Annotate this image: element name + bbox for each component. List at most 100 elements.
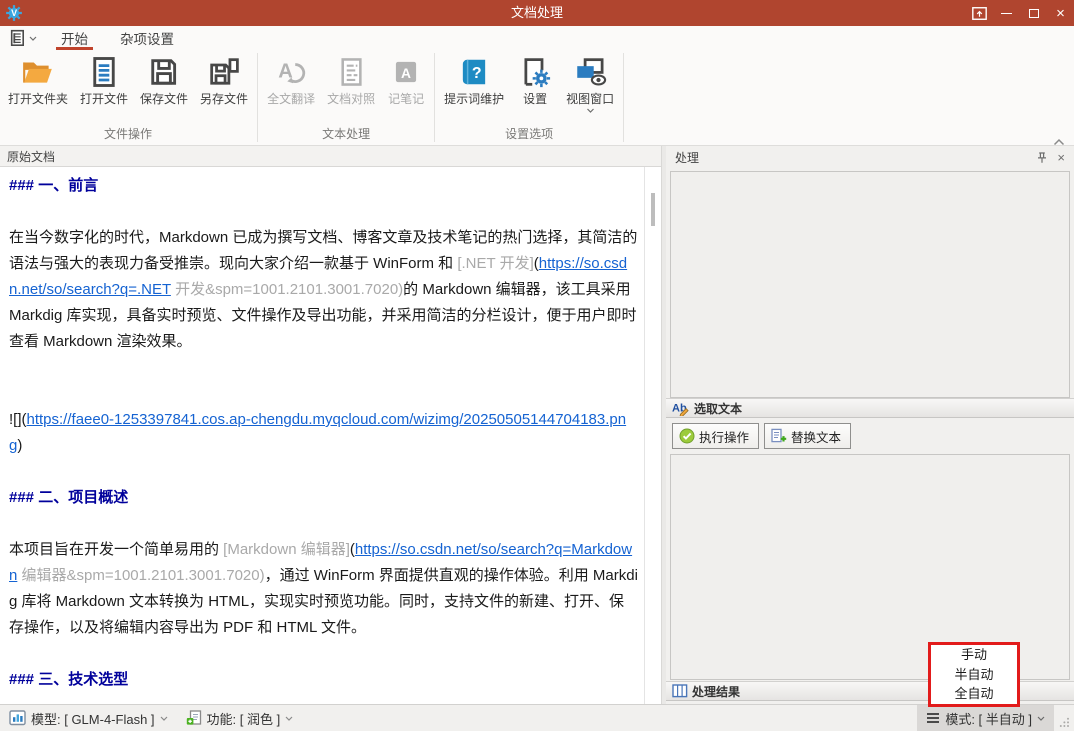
result-label: 处理结果 (692, 684, 741, 699)
selected-text-area[interactable] (670, 171, 1070, 398)
replace-text-button[interactable]: 替换文本 (764, 423, 852, 449)
ribbon-group-text-processing: A 全文翻译 文档对照 A 记笔记 文本处理 (259, 50, 433, 145)
minimize-icon (1001, 12, 1012, 14)
translate-button[interactable]: A 全文翻译 (261, 50, 321, 106)
menu-lines-icon (927, 713, 940, 723)
open-folder-button[interactable]: 打开文件夹 (2, 50, 74, 106)
result-table-icon (672, 684, 688, 698)
chevron-down-icon (1037, 716, 1045, 721)
view-window-button[interactable]: 视图窗口 (560, 50, 620, 113)
model-label: 模型: [ GLM-4-Flash ] (31, 711, 155, 727)
mode-menu-item-full-auto[interactable]: 全自动 (931, 685, 1017, 703)
app-menu-button[interactable] (0, 26, 45, 50)
doc-paragraph: 本项目旨在开发一个简单易用的 [Markdown 编辑器](https://so… (9, 537, 639, 641)
ribbon-collapse-button[interactable] (1053, 133, 1065, 146)
resize-grip[interactable] (1054, 705, 1074, 731)
prompt-maintenance-button[interactable]: ? 提示词维护 (438, 50, 510, 106)
doc-paragraph: ![](https://faee0-1253397841.cos.ap-chen… (9, 407, 639, 459)
group-separator (257, 53, 259, 142)
ribbon-group-file-ops: 打开文件夹 打开文件 保存文件 另存文件 文件操作 (0, 50, 256, 145)
mode-label: 模式: [ 半自动 ] (945, 711, 1032, 727)
left-panel-header: 原始文档 (0, 146, 662, 167)
settings-button[interactable]: 设置 (510, 50, 560, 106)
help-book-icon: ? (462, 59, 486, 85)
ribbon-tab-row: 开始 杂项设置 (0, 26, 1074, 50)
button-label: 打开文件 (80, 92, 129, 106)
select-text-bar: Ab 选取文本 (666, 398, 1074, 418)
titlebar: V 文档处理 × (0, 0, 1074, 26)
open-file-button[interactable]: 打开文件 (74, 50, 134, 106)
button-label: 执行操作 (699, 430, 750, 445)
doc-paragraph: 在当今数字化的时代，Markdown 已成为撰写文档、博客文章及技术笔记的热门选… (9, 225, 639, 355)
translate-icon: A (278, 60, 306, 84)
chevron-down-icon (586, 108, 594, 113)
button-label: 视图窗口 (566, 92, 615, 106)
chevron-down-icon (29, 36, 37, 41)
original-document-panel: 原始文档 ### 一、前言在当今数字化的时代，Markdown 已成为撰写文档、… (0, 146, 662, 704)
doc-text-run: 本项目旨在开发一个简单易用的 (9, 541, 224, 558)
mode-menu-item-manual[interactable]: 手动 (931, 646, 1017, 664)
maximize-icon (1028, 8, 1039, 18)
check-circle-icon (679, 428, 695, 444)
settings-gear-icon (524, 58, 551, 88)
save-file-button[interactable]: 保存文件 (134, 50, 194, 106)
minimize-button[interactable] (993, 0, 1020, 26)
editor-border (644, 167, 645, 704)
close-button[interactable]: × (1047, 0, 1074, 26)
ribbon-group-settings: ? 提示词维护 设置 视图窗口 设置选项 (436, 50, 622, 145)
doc-text-run: 编辑器&spm=1001.2101.3001.7020) (17, 567, 265, 584)
doc-compare-button[interactable]: 文档对照 (321, 50, 381, 106)
doc-link[interactable]: https://faee0-1253397841.cos.ap-chengdu.… (9, 411, 626, 454)
doc-heading: ### 一、前言 (9, 173, 639, 199)
mode-selector[interactable]: 模式: [ 半自动 ] (917, 705, 1054, 731)
chevron-down-icon (285, 716, 293, 721)
model-icon (9, 710, 26, 726)
button-label: 另存文件 (200, 92, 249, 106)
tab-misc-settings[interactable]: 杂项设置 (115, 26, 179, 50)
ribbon-group-label: 设置选项 (505, 127, 554, 141)
mode-menu-item-semi-auto[interactable]: 半自动 (931, 666, 1017, 684)
take-note-button[interactable]: A 记笔记 (381, 50, 431, 106)
select-text-icon: Ab (672, 403, 689, 416)
view-window-icon (577, 58, 607, 86)
function-selector[interactable]: 功能: [ 润色 ] (177, 705, 303, 731)
ribbon-group-label: 文件操作 (104, 127, 153, 141)
mode-dropdown-menu: 手动 半自动 全自动 (928, 642, 1020, 707)
app-menu-icon (10, 29, 25, 47)
doc-text-run: ![]( (9, 411, 27, 428)
maximize-button[interactable] (1020, 0, 1047, 26)
processing-panel: 处理 × Ab 选取文本 执行操作 替换文本 处理结果 (666, 146, 1074, 704)
note-icon: A (396, 61, 417, 83)
save-as-button[interactable]: 另存文件 (194, 50, 254, 106)
ribbon-toggle-icon (972, 6, 987, 20)
doc-text-run: [Markdown 编辑器] (223, 541, 350, 558)
model-selector[interactable]: 模型: [ GLM-4-Flash ] (0, 705, 177, 731)
right-panel-title: 处理 (675, 151, 700, 165)
group-separator (434, 53, 436, 142)
function-label: 功能: [ 润色 ] (206, 711, 281, 727)
tab-start[interactable]: 开始 (56, 26, 93, 50)
select-text-label: 选取文本 (694, 401, 743, 416)
doc-text-run: ### 二、项目概述 (9, 489, 129, 506)
left-panel-title: 原始文档 (7, 149, 56, 164)
doc-heading: ### 二、项目概述 (9, 485, 639, 511)
doc-text-run: [.NET 开发] (457, 255, 534, 272)
document-editor[interactable]: ### 一、前言在当今数字化的时代，Markdown 已成为撰写文档、博客文章及… (0, 167, 662, 704)
group-separator (623, 53, 625, 142)
doc-heading: ### 三、技术选型 (9, 667, 639, 693)
svg-text:?: ? (472, 65, 482, 82)
panel-close-icon[interactable]: × (1057, 151, 1065, 164)
right-panel-header: 处理 × (666, 146, 1074, 169)
open-file-icon (93, 57, 115, 87)
vertical-scrollbar[interactable] (651, 193, 655, 226)
pin-icon[interactable] (1036, 151, 1048, 164)
window-title: 文档处理 (510, 5, 563, 20)
function-icon (186, 710, 201, 725)
svg-text:A: A (401, 65, 411, 81)
execute-operation-button[interactable]: 执行操作 (672, 423, 760, 449)
document-content: ### 一、前言在当今数字化的时代，Markdown 已成为撰写文档、博客文章及… (9, 171, 639, 704)
save-as-icon (210, 58, 239, 85)
ribbon-toggle-button[interactable] (966, 0, 993, 26)
chevron-up-icon (1053, 138, 1065, 146)
button-label: 全文翻译 (267, 92, 316, 106)
